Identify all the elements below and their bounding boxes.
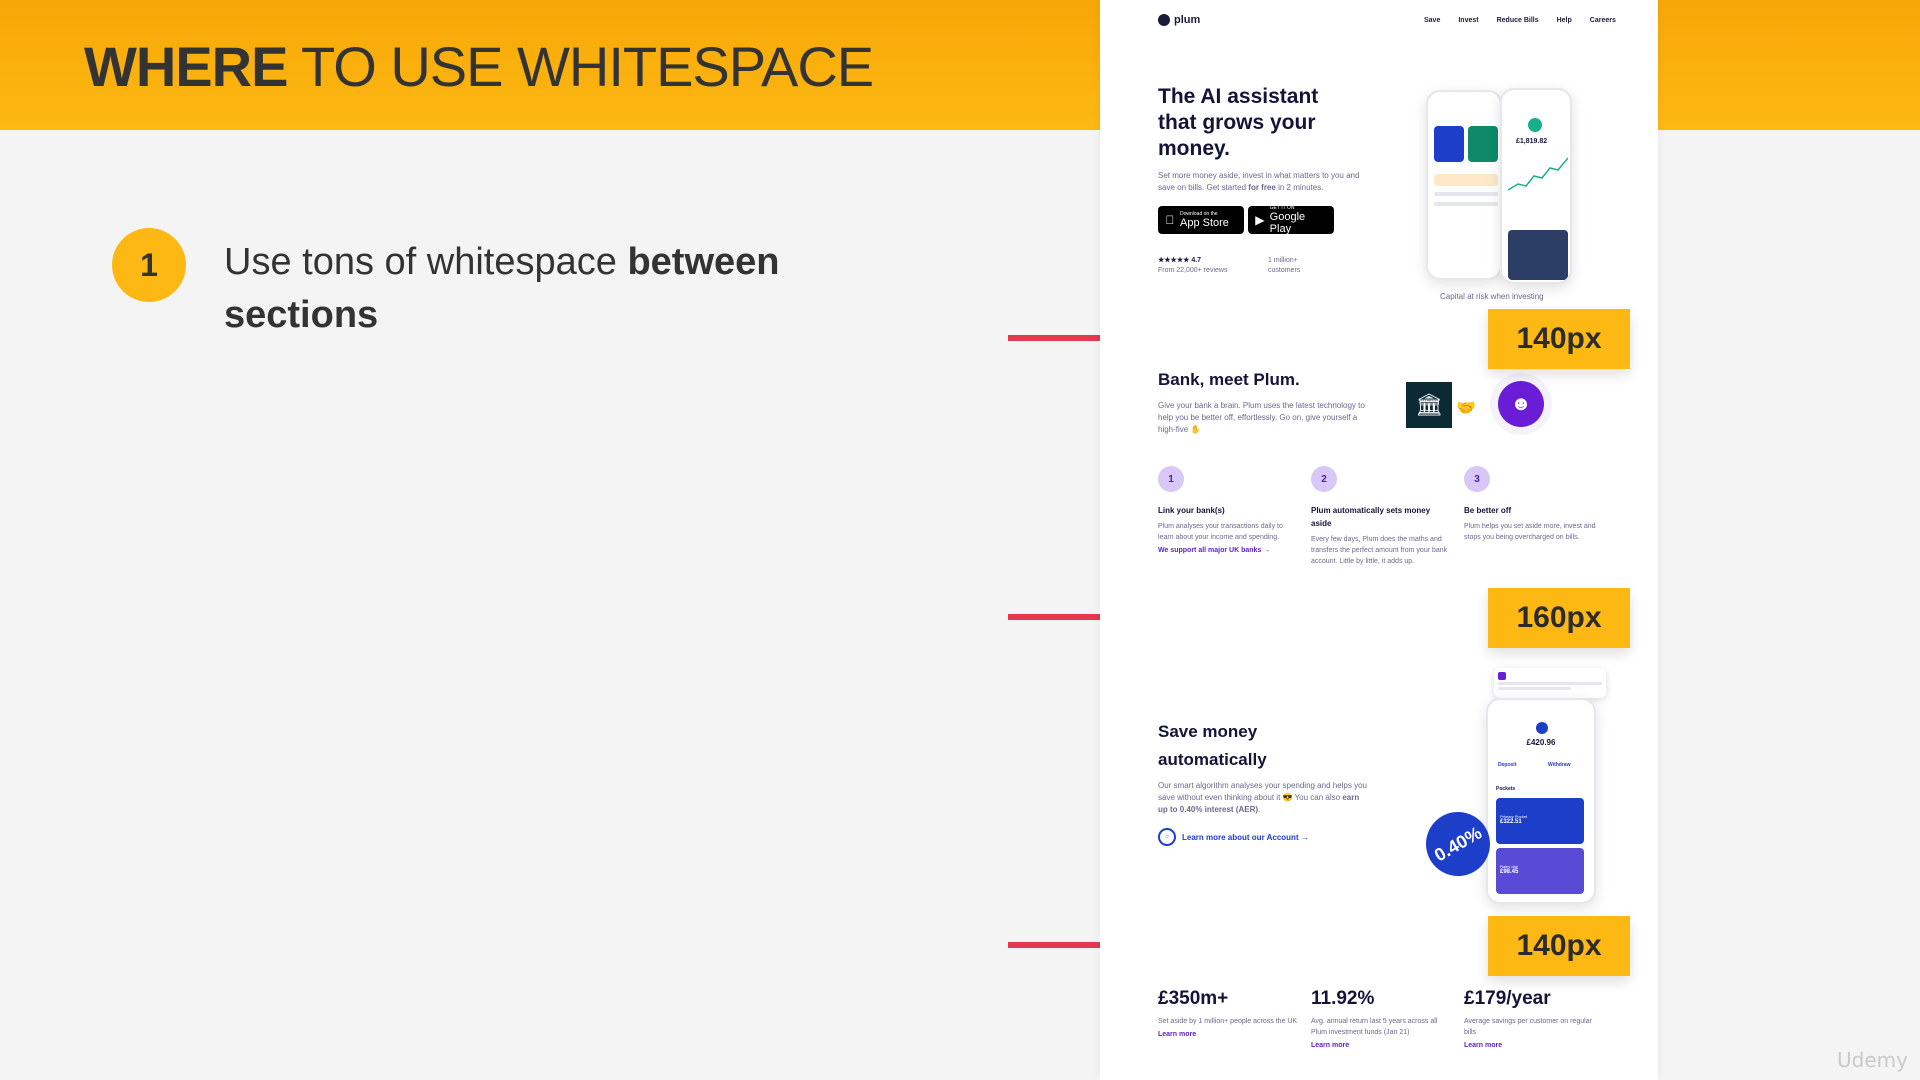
nav-item-help[interactable]: Help [1557, 17, 1572, 24]
stat-value: £350m+ [1158, 988, 1229, 1009]
learn-more-link[interactable]: Learn more [1464, 1042, 1604, 1049]
stars-icon: ★★★★★ [1158, 257, 1190, 264]
rating: ★★★★★ 4.7 From 22,000+ reviews [1158, 256, 1227, 276]
step-body: Every few days, Plum does the maths and … [1311, 536, 1448, 565]
customers-subtext: customers [1268, 267, 1301, 274]
deposit-button[interactable]: Deposit [1498, 762, 1516, 768]
growth-chart-icon [1508, 157, 1568, 191]
plum-logo-icon [1158, 14, 1170, 26]
account-balance: £420.96 [1526, 738, 1556, 747]
step-title: Link your bank(s) [1158, 506, 1225, 515]
step-body: Plum helps you set aside more, invest an… [1464, 523, 1596, 541]
top-nav: Save Invest Reduce Bills Help Careers [1424, 17, 1616, 24]
stat-bill-savings: £179/year Average savings per customer o… [1464, 988, 1604, 1049]
plum-logo-text: plum [1174, 14, 1201, 26]
hero-title: The AI assistant that grows your money. [1158, 85, 1319, 160]
stat-value: 11.92% [1311, 988, 1375, 1009]
customers-count: 1 million+ customers [1268, 256, 1300, 276]
rating-subtext: From 22,000+ reviews [1158, 267, 1228, 274]
pocket-value: £98.45 [1500, 869, 1519, 875]
nav-item-invest[interactable]: Invest [1458, 17, 1478, 24]
hero-desc-bold: for free [1248, 183, 1276, 192]
stat-description: Set aside by 1 million+ people across th… [1158, 1018, 1298, 1025]
circle-icon: ○ [1158, 828, 1176, 846]
withdraw-button[interactable]: Withdraw [1548, 762, 1570, 768]
stat-description: Avg. annual return last 5 years across a… [1311, 1018, 1438, 1036]
stat-description: Average savings per customer on regular … [1464, 1018, 1592, 1036]
step-title: Be better off [1464, 506, 1512, 515]
save-phone: £420.96 Deposit Withdraw Pockets Primary… [1486, 698, 1596, 904]
hero-phone-right: £1,819.82 [1500, 88, 1572, 284]
hero-desc-end: in 2 minutes. [1278, 183, 1324, 192]
stat-value: £179/year [1464, 988, 1551, 1009]
learn-more-account-label: Learn more about our Account → [1182, 832, 1309, 842]
pocket-value: £322.51 [1500, 819, 1522, 825]
point-number-badge: 1 [112, 228, 186, 302]
spacing-tag-140-bottom: 140px [1488, 916, 1630, 976]
hero-phone-left [1426, 90, 1502, 280]
rating-value: 4.7 [1191, 257, 1202, 264]
step-body: Plum analyses your transactions daily to… [1158, 523, 1283, 541]
plum-notification-icon [1498, 672, 1506, 680]
pocket-card-primary[interactable]: Primary Pocket £322.51 [1496, 798, 1584, 844]
step-number: 3 [1464, 466, 1490, 492]
pockets-heading: Pockets [1496, 786, 1516, 792]
google-play-button[interactable]: ▶ GET IT ON Google Play [1248, 205, 1334, 235]
nav-item-save[interactable]: Save [1424, 17, 1440, 24]
app-store-label: App Store [1180, 217, 1229, 229]
slide-title-rest: TO USE WHITESPACE [301, 35, 874, 98]
bank-section-title: Bank, meet Plum. [1158, 370, 1300, 389]
customers-value: 1 million+ [1268, 257, 1298, 264]
hero-description: Set more money aside, invest in what mat… [1158, 170, 1373, 194]
slide-title-bold: WHERE [84, 35, 288, 98]
save-section-title: Save money automatically [1158, 722, 1267, 769]
save-section-description: Our smart algorithm analyses your spendi… [1158, 780, 1368, 816]
point-text: Use tons of whitespace between sections [224, 236, 844, 342]
step-1: 1 Link your bank(s) Plum analyses your t… [1158, 466, 1298, 554]
capital-at-risk-note: Capital at risk when investing [1440, 292, 1544, 301]
learn-more-link[interactable]: Learn more [1158, 1031, 1298, 1038]
plum-logo[interactable]: plum [1158, 14, 1200, 26]
point-text-regular: Use tons of whitespace [224, 241, 617, 283]
stat-annual-return: 11.92% Avg. annual return last 5 years a… [1311, 988, 1451, 1049]
learn-more-link[interactable]: Learn more [1311, 1042, 1451, 1049]
app-store-button[interactable]:  Download on the App Store [1158, 206, 1244, 234]
uk-banks-link[interactable]: We support all major UK banks → [1158, 547, 1298, 554]
google-play-label: Google Play [1269, 211, 1306, 235]
bank-section-description: Give your bank a brain. Plum uses the la… [1158, 401, 1365, 434]
hero-phone-value: £1,819.82 [1516, 138, 1548, 145]
step-3: 3 Be better off Plum helps you set aside… [1464, 466, 1604, 543]
learn-more-account-link[interactable]: ○ Learn more about our Account → [1158, 828, 1309, 846]
spacing-tag-140-top: 140px [1488, 309, 1630, 369]
slide-title: WHERE TO USE WHITESPACE [84, 34, 874, 99]
nav-item-careers[interactable]: Careers [1590, 17, 1616, 24]
notification-card [1494, 668, 1606, 698]
step-number: 2 [1311, 466, 1337, 492]
spacing-tag-160: 160px [1488, 588, 1630, 648]
stat-set-aside: £350m+ Set aside by 1 million+ people ac… [1158, 988, 1298, 1038]
save-desc-text: Our smart algorithm analyses your spendi… [1158, 781, 1367, 802]
plum-app-icon: ☻ [1498, 381, 1544, 427]
bank-icon: 🏛 [1406, 382, 1452, 428]
step-title: Plum automatically sets money aside [1311, 506, 1431, 528]
apple-icon:  [1164, 213, 1176, 227]
save-desc-end: . [1258, 805, 1261, 814]
step-2: 2 Plum automatically sets money aside Ev… [1311, 466, 1451, 567]
step-number: 1 [1158, 466, 1184, 492]
google-play-icon: ▶ [1255, 213, 1265, 227]
udemy-watermark: Udemy [1837, 1048, 1908, 1072]
pocket-card-rainy-day[interactable]: Rainy day £98.45 [1496, 848, 1584, 894]
handshake-icon: 🤝 [1456, 400, 1476, 417]
nav-item-reduce-bills[interactable]: Reduce Bills [1497, 17, 1539, 24]
